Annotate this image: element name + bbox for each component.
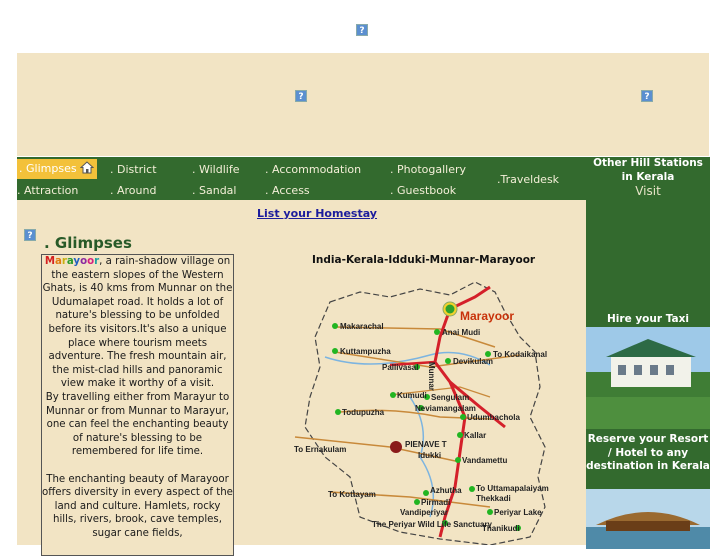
nav-district[interactable]: . District (110, 163, 157, 176)
map-title: India-Kerala-Idduki-Munnar-Marayoor (312, 254, 536, 266)
article-paragraph: By travelling either from Marayur to Mun… (45, 391, 230, 458)
map-label: Thanikudi (482, 524, 520, 533)
map-label: Vandamettu (462, 456, 507, 465)
nav-photogallery[interactable]: . Photogallery (390, 163, 466, 176)
broken-image-icon: ? (356, 24, 368, 36)
resort-photo (586, 327, 710, 429)
nav-accommodation[interactable]: . Accommodation (265, 163, 361, 176)
home-icon (80, 161, 94, 174)
map-label: Pirmadi (421, 498, 450, 507)
article-paragraph: , a rain-shadow village on the eastern s… (42, 256, 233, 390)
nav-attraction[interactable]: . Attraction (17, 184, 78, 197)
map-label: Pallivasal (382, 363, 418, 372)
reserve-resort-link[interactable]: Reserve your Resort / Hotel to any desti… (586, 433, 710, 474)
list-homestay-link[interactable]: List your Homestay (257, 207, 377, 220)
map-label: Thekkadi (476, 494, 511, 503)
header-banner (17, 53, 709, 156)
hire-taxi-link[interactable]: Hire your Taxi (586, 313, 710, 327)
visit-link[interactable]: Visit (586, 184, 710, 198)
map-label: To Kodaikanal (493, 350, 547, 359)
village-name-letter: M (44, 256, 55, 267)
other-hill-stations-heading: Other Hill Stations in Kerala (593, 157, 703, 183)
houseboat-photo (586, 489, 710, 549)
route-map: Marayoor Makarachal Anai Mudi Kuttampuzh… (294, 281, 549, 545)
map-label: Makarachal (340, 322, 384, 331)
map-label: Todupuzha (342, 408, 385, 417)
nav-access[interactable]: . Access (265, 184, 310, 197)
map-label: Azhutha (430, 486, 462, 495)
map-label: Anai Mudi (442, 328, 480, 337)
broken-image-icon: ? (24, 229, 36, 241)
sidebar: Other Hill Stations in Kerala Visit Hire… (586, 157, 710, 549)
village-name-letter: a (54, 256, 62, 267)
map-label: Neviamangalam (415, 404, 476, 413)
nav-traveldesk[interactable]: .Traveldesk (497, 173, 559, 186)
nav-sandal[interactable]: . Sandal (192, 184, 236, 197)
map-label: Kumudi (397, 391, 427, 400)
map-label: PIENAVE T (405, 440, 447, 449)
map-label: Periyar Lake (494, 508, 542, 517)
map-label: Munnar (427, 362, 436, 391)
broken-image-icon: ? (295, 90, 307, 102)
map-label: To Kottayam (328, 490, 376, 499)
map-label: Kuttampuzha (340, 347, 391, 356)
map-label: Udumbachola (467, 413, 520, 422)
village-name: Marayoor (45, 256, 99, 267)
nav-around[interactable]: . Around (110, 184, 156, 197)
map-label: To Ernakulam (294, 445, 346, 454)
nav-guestbook[interactable]: . Guestbook (390, 184, 456, 197)
main-navigation: . Glimpses . District . Wildlife . Accom… (17, 157, 586, 200)
map-label: Kallar (464, 431, 486, 440)
map-label: Idukki (418, 451, 441, 460)
article-text: Marayoor, a rain-shadow village on the e… (41, 254, 234, 556)
map-label: Sengulam (431, 393, 469, 402)
nav-label: Glimpses (26, 162, 77, 175)
map-label: Devikulam (453, 357, 493, 366)
map-label: To Uttamapalaiyam (476, 484, 549, 493)
nav-wildlife[interactable]: . Wildlife (192, 163, 239, 176)
map-label: Vandiperiyar (400, 508, 448, 517)
nav-glimpses[interactable]: . Glimpses (17, 159, 97, 179)
article-paragraph: The enchanting beauty of Marayoor offers… (42, 473, 233, 539)
broken-image-icon: ? (641, 90, 653, 102)
map-label: Marayoor (460, 309, 514, 323)
page-title: . Glimpses (44, 234, 132, 252)
map-label: The Periyar Wild Life Sanctuary (372, 520, 493, 529)
